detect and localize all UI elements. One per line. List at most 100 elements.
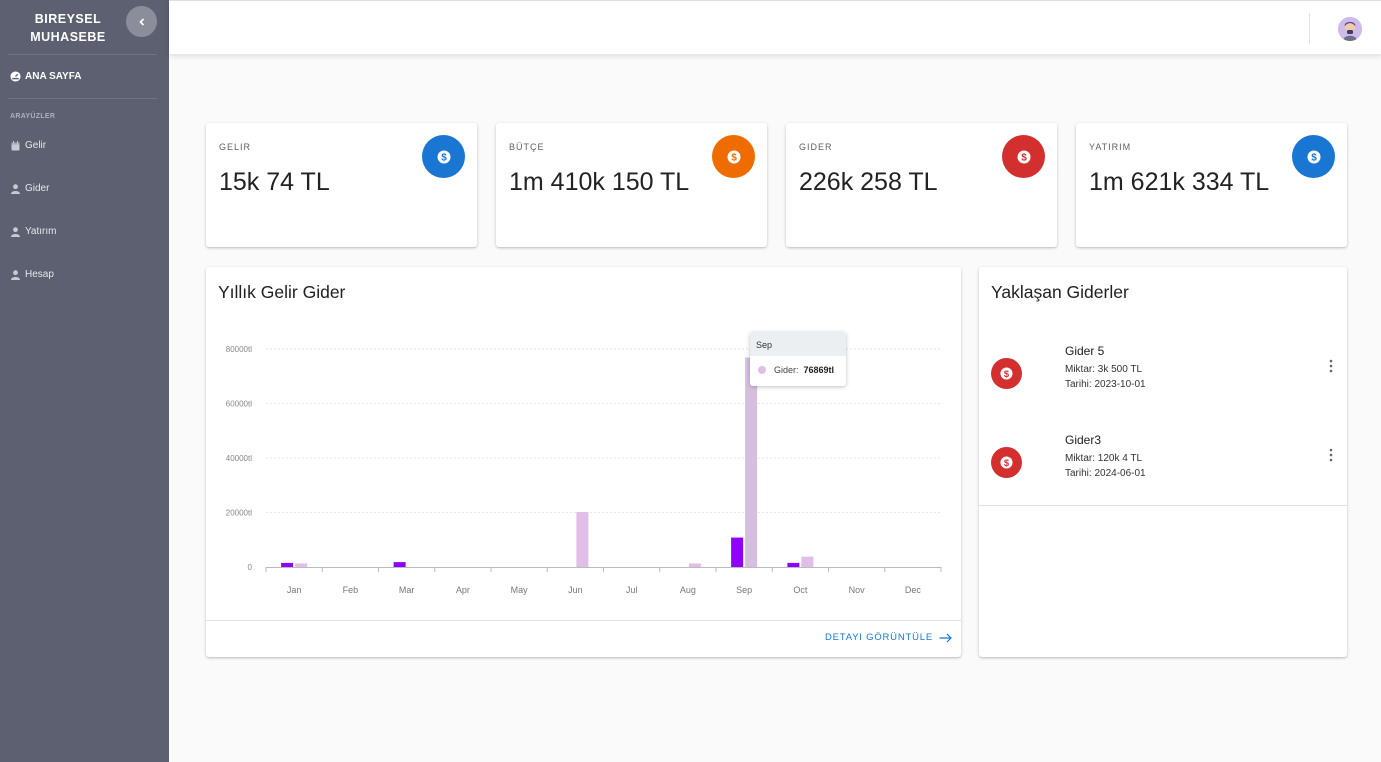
- chart-tooltip: Sep Gider: 76869tl: [750, 332, 846, 386]
- stat-value: 1m 621k 334 TL: [1089, 168, 1270, 196]
- sidebar-section-title: ARAYÜZLER: [10, 113, 56, 120]
- y-tick-label: 40000tl: [226, 454, 252, 463]
- topbar-divider: [1309, 13, 1310, 44]
- expense-icon-badge: $: [991, 447, 1022, 478]
- x-tick-label: Feb: [343, 585, 359, 595]
- sidebar: BIREYSEL MUHASEBE ANA SAYFA ARAYÜZLER Ge…: [0, 0, 169, 762]
- bar-gider-jan: [295, 563, 308, 567]
- sidebar-item-label: Yatırım: [25, 226, 57, 237]
- y-tick-label: 0: [248, 563, 253, 572]
- dollar-icon: $: [727, 150, 740, 163]
- expense-name: Gider 5: [1065, 344, 1105, 358]
- bar-gelir-sep: [731, 537, 744, 567]
- upcoming-expenses-card: Yaklaşan Giderler $ Gider 5 Miktar: 3k 5…: [979, 267, 1347, 657]
- user-avatar-icon: [1338, 17, 1362, 41]
- svg-text:$: $: [441, 152, 447, 163]
- stat-card-gelir: GELIR 15k 74 TL $: [206, 123, 477, 247]
- more-vert-icon[interactable]: [1326, 447, 1336, 463]
- dollar-icon: $: [1307, 150, 1320, 163]
- tooltip-title: Sep: [750, 332, 846, 356]
- x-tick-label: Apr: [456, 585, 470, 595]
- stat-label: YATIRIM: [1089, 142, 1132, 152]
- dollar-icon: $: [1017, 150, 1030, 163]
- x-tick-label: May: [511, 585, 529, 595]
- top-bar: [169, 0, 1381, 54]
- bar-gider-jun: [576, 511, 589, 567]
- x-tick-label: Jul: [626, 585, 638, 595]
- x-tick-label: Sep: [736, 585, 752, 595]
- dashboard-icon: [10, 71, 21, 82]
- stat-label: GIDER: [799, 142, 833, 152]
- list-divider: [979, 505, 1347, 506]
- tooltip-series-dot: [758, 366, 766, 374]
- tooltip-value: 76869tl: [803, 365, 835, 375]
- sidebar-item-hesap[interactable]: Hesap: [11, 269, 54, 280]
- view-detail-button[interactable]: DETAYI GÖRÜNTÜLE: [825, 632, 952, 643]
- chart-card: Yıllık Gelir Gider 0 20000tl 40000tl 60000t…: [206, 267, 961, 657]
- x-tick-label: Jun: [568, 585, 583, 595]
- stat-card-yatirim: YATIRIM 1m 621k 334 TL $: [1076, 123, 1347, 247]
- arrow-right-icon: [939, 633, 952, 642]
- y-tick-label: 60000tl: [226, 400, 252, 409]
- sidebar-item-label: Gelir: [25, 140, 47, 151]
- x-tick-label: Mar: [399, 585, 415, 595]
- y-tick-label: 80000tl: [226, 345, 252, 354]
- sidebar-collapse-button[interactable]: [126, 6, 157, 37]
- svg-text:$: $: [731, 152, 737, 163]
- dollar-icon: $: [437, 150, 450, 163]
- expense-amount: Miktar: 120k 4 TL: [1065, 453, 1143, 464]
- sidebar-item-home[interactable]: ANA SAYFA: [10, 71, 82, 82]
- tooltip-series-label: Gider:: [774, 365, 799, 375]
- stat-card-butce: BÜTÇE 1m 410k 150 TL $: [496, 123, 767, 247]
- sidebar-item-yatirim[interactable]: Yatırım: [11, 226, 56, 237]
- svg-text:$: $: [1004, 369, 1010, 379]
- expense-name: Gider3: [1065, 433, 1102, 447]
- list-item[interactable]: $ Gider 5 Miktar: 3k 500 TL Tarihi: 2023…: [991, 344, 1341, 404]
- list-item[interactable]: $ Gider3 Miktar: 120k 4 TL Tarihi: 2024-…: [991, 433, 1341, 493]
- stat-value: 1m 410k 150 TL: [509, 168, 690, 196]
- expense-amount: Miktar: 3k 500 TL: [1065, 364, 1143, 375]
- svg-text:$: $: [1021, 152, 1027, 163]
- stat-icon-badge: $: [1002, 135, 1045, 178]
- stat-label: BÜTÇE: [509, 142, 545, 152]
- bar-gelir-oct: [787, 562, 800, 567]
- sidebar-item-label: Gider: [25, 183, 50, 194]
- person-icon: [11, 183, 20, 194]
- dollar-icon: $: [1000, 456, 1013, 469]
- stat-icon-badge: $: [712, 135, 755, 178]
- view-detail-label: DETAYI GÖRÜNTÜLE: [825, 632, 933, 643]
- more-vert-icon[interactable]: [1326, 358, 1336, 374]
- person-icon: [11, 226, 20, 237]
- x-tick-label: Jan: [287, 585, 302, 595]
- sidebar-item-gelir[interactable]: Gelir: [11, 140, 46, 151]
- bar-gelir-jan: [281, 562, 294, 567]
- avatar[interactable]: [1338, 17, 1362, 41]
- x-tick-label: Aug: [680, 585, 696, 595]
- y-tick-label: 20000tl: [226, 509, 252, 518]
- bar-gider-aug: [688, 563, 701, 567]
- svg-text:$: $: [1311, 152, 1317, 163]
- chevron-left-icon: [138, 17, 144, 26]
- sidebar-item-gider[interactable]: Gider: [11, 183, 49, 194]
- sidebar-divider: [8, 98, 157, 99]
- stat-label: GELIR: [219, 142, 252, 152]
- sidebar-item-label: Hesap: [25, 269, 54, 280]
- tooltip-body: Gider: 76869tl: [750, 356, 846, 375]
- app-brand: BIREYSEL MUHASEBE: [0, 10, 136, 46]
- bar-gider-sep: [745, 357, 758, 567]
- dollar-icon: $: [1000, 367, 1013, 380]
- brand-line-2: MUHASEBE: [30, 30, 106, 44]
- x-tick-label: Nov: [849, 585, 866, 595]
- x-tick-label: Oct: [793, 585, 808, 595]
- stat-card-gider: GIDER 226k 258 TL $: [786, 123, 1057, 247]
- stat-value: 15k 74 TL: [219, 168, 330, 196]
- brand-line-1: BIREYSEL: [34, 12, 102, 26]
- expense-date: Tarihi: 2023-10-01: [1065, 379, 1146, 390]
- bar-gelir-mar: [393, 562, 406, 567]
- svg-text:$: $: [1004, 458, 1010, 468]
- bar-chart[interactable]: 0 20000tl 40000tl 60000tl 80000tl Jan Feb Mar Ap…: [206, 267, 961, 619]
- bar-gider-oct: [801, 556, 814, 567]
- calendar-icon: [11, 140, 20, 150]
- x-tick-label: Dec: [905, 585, 922, 595]
- stat-icon-badge: $: [1292, 135, 1335, 178]
